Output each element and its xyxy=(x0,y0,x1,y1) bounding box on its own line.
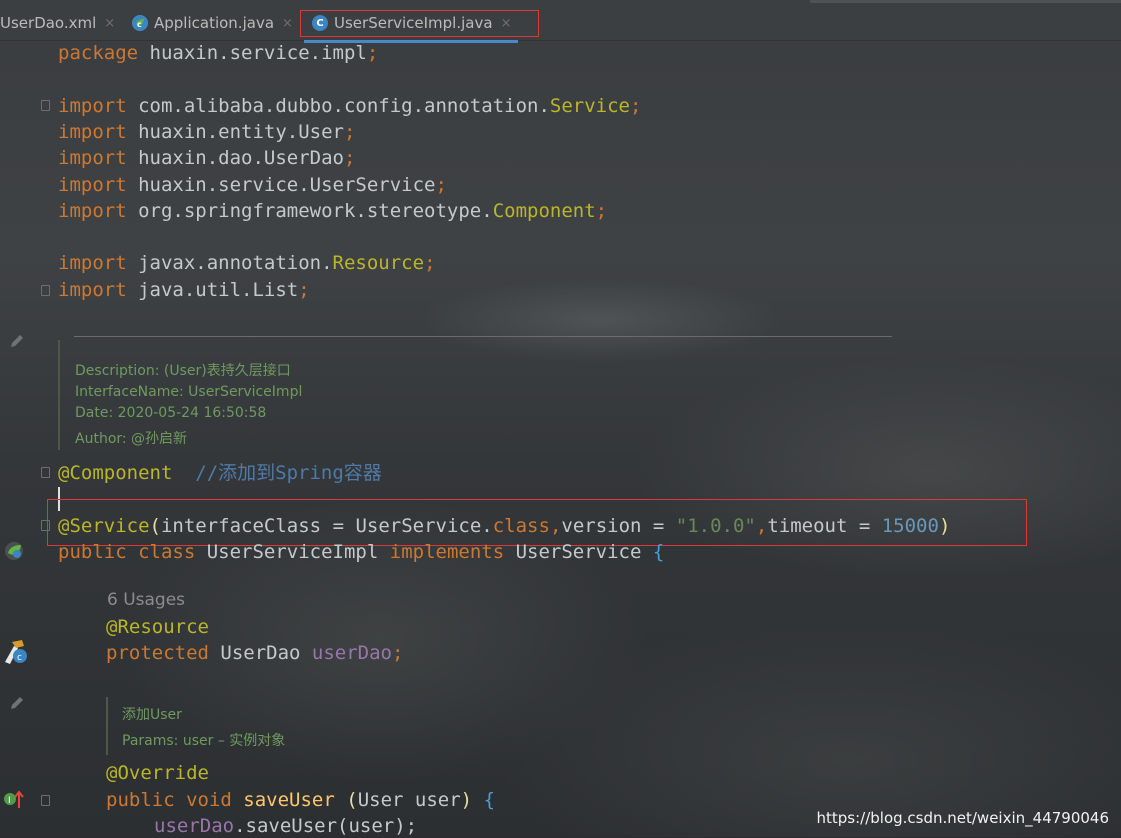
fold-marker[interactable] xyxy=(41,520,50,531)
fold-marker[interactable] xyxy=(41,285,50,296)
method-body-line: userDao.saveUser(user); xyxy=(154,815,418,837)
usages-hint[interactable]: 6 Usages xyxy=(107,590,185,610)
tab-application-java[interactable]: c Application.java × xyxy=(132,9,293,37)
service-annotation-line: @Service(interfaceClass = UserService.cl… xyxy=(58,515,951,537)
import-line: import huaxin.entity.User; xyxy=(58,121,356,143)
method-javadoc: 添加User Params: user – 实例对象 xyxy=(122,707,286,749)
watermark-url: https://blog.csdn.net/weixin_44790046 xyxy=(816,809,1109,827)
svg-text:I: I xyxy=(8,796,11,806)
import-line: import org.springframework.stereotype.Co… xyxy=(58,200,608,222)
close-icon[interactable]: × xyxy=(104,16,115,31)
class-icon: C xyxy=(312,15,328,31)
tab-bar-scroll-indicator xyxy=(810,0,1121,3)
fold-marker[interactable] xyxy=(41,100,50,111)
resource-annotation-line: @Resource xyxy=(106,616,209,638)
fold-marker[interactable] xyxy=(41,467,50,478)
import-line: import huaxin.dao.UserDao; xyxy=(58,147,356,169)
spring-boot-class-icon: c xyxy=(132,15,148,31)
package-line: package huaxin.service.impl; xyxy=(58,42,379,64)
svg-text:c: c xyxy=(17,653,22,663)
text-caret xyxy=(58,487,60,511)
svg-text:c: c xyxy=(137,20,142,29)
tab-userserviceimpl-java[interactable]: C UserServiceImpl.java × xyxy=(304,9,518,43)
field-declaration-line: protected UserDao userDao; xyxy=(106,642,404,664)
tab-label: UserServiceImpl.java xyxy=(334,14,493,32)
autowired-bean-icon[interactable]: c xyxy=(2,638,30,666)
class-javadoc: Description: (User)表持久层接口 InterfaceName:… xyxy=(75,363,303,447)
import-line: import java.util.List; xyxy=(58,279,310,301)
close-icon[interactable]: × xyxy=(501,16,512,31)
component-annotation-line: @Component //添加到Spring容器 xyxy=(58,462,382,484)
edit-pencil-icon[interactable] xyxy=(8,332,26,350)
javadoc-separator xyxy=(74,336,892,337)
editor-tab-bar: UserDao.xml × c Application.java × C Use… xyxy=(0,0,1121,43)
fold-marker[interactable] xyxy=(41,795,50,806)
tab-label: UserDao.xml xyxy=(0,14,97,32)
implements-method-icon[interactable]: I xyxy=(2,788,26,810)
override-annotation-line: @Override xyxy=(106,762,209,784)
implements-interface-icon[interactable] xyxy=(3,540,25,562)
tab-label: Application.java xyxy=(154,14,275,32)
import-line: import com.alibaba.dubbo.config.annotati… xyxy=(58,95,642,117)
tab-userdao-xml[interactable]: UserDao.xml × xyxy=(0,9,115,37)
import-line: import javax.annotation.Resource; xyxy=(58,252,436,274)
edit-pencil-icon[interactable] xyxy=(8,694,26,712)
javadoc-bar xyxy=(106,697,108,755)
import-line: import huaxin.service.UserService; xyxy=(58,174,447,196)
javadoc-bar xyxy=(58,340,60,450)
method-declaration-line: public void saveUser (User user) { xyxy=(106,789,496,811)
close-icon[interactable]: × xyxy=(282,16,293,31)
class-declaration-line: public class UserServiceImpl implements … xyxy=(58,541,665,563)
